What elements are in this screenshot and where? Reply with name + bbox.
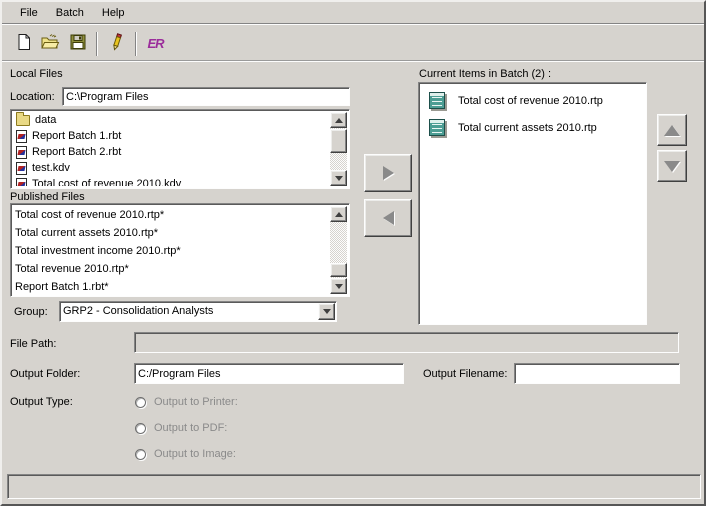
output-folder-input[interactable] <box>134 363 404 384</box>
er-report-button[interactable]: ER <box>142 31 169 57</box>
scroll-down-button[interactable] <box>330 278 347 294</box>
move-item-down-button[interactable] <box>657 150 687 182</box>
list-item[interactable]: Total current assets 2010.rtp <box>421 114 644 141</box>
list-item[interactable]: Report Batch 1.rbt <box>13 128 330 144</box>
save-icon <box>69 33 87 54</box>
report-table-icon <box>429 119 445 136</box>
arrow-right-icon <box>383 166 394 180</box>
group-dropdown[interactable]: GRP2 - Consolidation Analysts <box>59 301 337 322</box>
scroll-down-button[interactable] <box>330 170 347 186</box>
output-to-printer-radio[interactable]: Output to Printer: <box>135 396 238 408</box>
output-to-image-radio[interactable]: Output to Image: <box>135 448 236 460</box>
output-filename-input[interactable] <box>514 363 680 384</box>
scrollbar-thumb[interactable] <box>330 263 347 277</box>
list-item[interactable]: Report Batch 1.rbt* <box>13 278 330 294</box>
location-label: Location: <box>10 91 55 103</box>
report-file-icon <box>16 162 27 175</box>
arrow-left-icon <box>383 211 394 225</box>
open-button[interactable] <box>37 31 64 57</box>
report-file-icon <box>16 178 27 187</box>
report-file-icon <box>16 146 27 159</box>
published-files-scrollbar[interactable] <box>330 206 347 294</box>
new-document-button[interactable] <box>10 31 37 57</box>
list-item[interactable]: test.kdv <box>13 160 330 176</box>
menu-bar: File Batch Help <box>2 2 704 25</box>
report-table-icon <box>429 92 445 109</box>
batch-publisher-window: File Batch Help ER <box>0 0 706 506</box>
published-files-list[interactable]: Total cost of revenue 2010.rtp* Total cu… <box>10 203 350 297</box>
list-item[interactable]: Total cost of revenue 2010.rtp* <box>13 206 330 224</box>
move-item-up-button[interactable] <box>657 114 687 146</box>
chevron-down-icon <box>323 309 331 314</box>
list-item[interactable]: Total current assets 2010.rtp* <box>13 224 330 242</box>
file-name: Total cost of revenue 2010.kdv <box>32 178 181 186</box>
dropdown-button[interactable] <box>318 303 335 320</box>
remove-from-batch-button[interactable] <box>364 199 412 237</box>
list-item[interactable]: data <box>13 112 330 128</box>
batch-items: Total cost of revenue 2010.rtp Total cur… <box>421 87 644 141</box>
new-document-icon <box>15 33 33 54</box>
toolbar: ER <box>2 26 704 62</box>
output-to-pdf-radio[interactable]: Output to PDF: <box>135 422 227 434</box>
scrollbar-thumb[interactable] <box>330 129 347 153</box>
arrow-down-icon <box>664 161 680 172</box>
published-files-list-items: Total cost of revenue 2010.rtp* Total cu… <box>13 206 330 294</box>
file-path-label: File Path: <box>10 338 56 350</box>
radio-label: Output to Printer: <box>154 396 238 408</box>
batch-item-name: Total cost of revenue 2010.rtp <box>458 95 603 107</box>
radio-icon <box>135 397 146 408</box>
list-item[interactable]: Total revenue 2010.rtp* <box>13 260 330 278</box>
group-selected-value: GRP2 - Consolidation Analysts <box>63 305 316 317</box>
edit-button[interactable] <box>103 31 130 57</box>
radio-icon <box>135 423 146 434</box>
output-folder-label: Output Folder: <box>10 368 80 380</box>
report-file-icon <box>16 130 27 143</box>
list-item[interactable]: Total cost of revenue 2010.kdv <box>13 176 330 186</box>
menu-help[interactable]: Help <box>93 4 134 22</box>
open-folder-icon <box>40 33 61 54</box>
list-item[interactable]: Total investment income 2010.rtp* <box>13 242 330 260</box>
scroll-up-button[interactable] <box>330 206 347 222</box>
local-files-label: Local Files <box>10 68 63 80</box>
batch-item-name: Total current assets 2010.rtp <box>458 122 597 134</box>
location-input[interactable] <box>62 87 350 106</box>
batch-items-label: Current Items in Batch (2) : <box>419 68 551 80</box>
status-bar <box>7 474 701 499</box>
output-type-label: Output Type: <box>10 396 73 408</box>
local-files-list[interactable]: data Report Batch 1.rbt Report Batch 2.r… <box>10 109 350 189</box>
scroll-up-button[interactable] <box>330 112 347 128</box>
published-files-label: Published Files <box>10 191 85 203</box>
move-to-batch-button[interactable] <box>364 154 412 192</box>
er-logo-icon: ER <box>147 36 163 51</box>
file-path-input <box>134 332 679 353</box>
file-name: test.kdv <box>32 162 70 174</box>
radio-label: Output to Image: <box>154 448 236 460</box>
local-files-scrollbar[interactable] <box>330 112 347 186</box>
file-name: data <box>35 114 56 126</box>
group-label: Group: <box>14 306 48 318</box>
file-name: Report Batch 1.rbt <box>32 130 121 142</box>
status-text <box>8 475 12 487</box>
folder-icon <box>16 115 30 126</box>
list-item[interactable]: Total cost of revenue 2010.rtp <box>421 87 644 114</box>
arrow-down-icon <box>335 284 343 289</box>
list-item[interactable]: Report Batch 2.rbt <box>13 144 330 160</box>
arrow-up-icon <box>664 125 680 136</box>
local-files-list-items: data Report Batch 1.rbt Report Batch 2.r… <box>13 112 330 186</box>
pencil-icon <box>108 33 126 54</box>
batch-items-list[interactable]: Total cost of revenue 2010.rtp Total cur… <box>418 82 647 325</box>
arrow-up-icon <box>335 118 343 123</box>
file-name: Report Batch 2.rbt <box>32 146 121 158</box>
menu-file[interactable]: File <box>11 4 47 22</box>
arrow-down-icon <box>335 176 343 181</box>
arrow-up-icon <box>335 212 343 217</box>
toolbar-separator <box>135 32 137 56</box>
output-filename-label: Output Filename: <box>423 368 507 380</box>
toolbar-separator <box>96 32 98 56</box>
radio-label: Output to PDF: <box>154 422 227 434</box>
menu-batch[interactable]: Batch <box>47 4 93 22</box>
radio-icon <box>135 449 146 460</box>
save-button[interactable] <box>64 31 91 57</box>
